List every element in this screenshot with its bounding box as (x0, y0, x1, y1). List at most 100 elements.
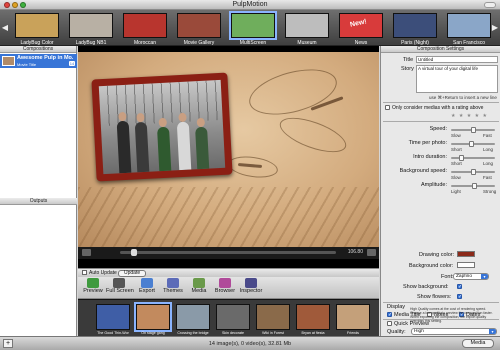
media-summary: 14 image(s), 0 video(s), 32.81 Mb (208, 341, 292, 347)
title-field[interactable]: Untitled (416, 56, 498, 63)
divider (383, 102, 499, 103)
person-figure (116, 111, 132, 174)
preview-button[interactable]: Preview (80, 278, 106, 294)
quality-note: High Quality comes at the cost of render… (410, 307, 493, 323)
composition-thumbnail (2, 56, 15, 66)
theme-thumbnail[interactable] (393, 13, 437, 38)
media-thumbnail[interactable] (256, 304, 290, 330)
slider-max-label: Strong (483, 189, 497, 194)
themes-button[interactable]: Themes (160, 278, 186, 294)
show-flowers-checkbox[interactable] (457, 294, 462, 299)
title-label: Title (403, 57, 414, 63)
new-badge: New! (349, 18, 368, 29)
background-color-label: Background color: (409, 263, 454, 269)
media-button[interactable]: Media (462, 339, 494, 348)
display-media-title-checkbox[interactable] (387, 312, 392, 317)
scroll-left-icon[interactable]: ◀ (1, 22, 9, 34)
loop-button[interactable] (367, 249, 376, 256)
show-background-checkbox[interactable] (457, 284, 462, 289)
scrubber-knob[interactable] (130, 249, 137, 256)
export-icon (141, 278, 153, 288)
toolbar-label: Preview (83, 288, 103, 294)
media-thumbnail[interactable] (296, 304, 330, 330)
person-figure (176, 112, 192, 171)
story-label: Story (401, 66, 414, 72)
rating-filter-checkbox[interactable] (385, 105, 390, 110)
compositions-panel: Compositions Awesome Pulp in Mo... Movie… (0, 46, 77, 336)
slider-knob[interactable] (470, 127, 476, 133)
slideshow-photo (98, 79, 226, 175)
intro-duration-slider[interactable] (451, 155, 495, 161)
toolbar-label: Browser (214, 288, 236, 294)
browser-icon (219, 278, 231, 288)
media-thumbnail[interactable] (134, 302, 172, 332)
story-field[interactable]: A virtual tour of your digital life (416, 65, 498, 93)
toolbar-label: Export (139, 288, 155, 294)
theme-thumbnail[interactable] (15, 13, 59, 38)
auto-update-checkbox[interactable]: Auto Update (82, 270, 117, 276)
background-speed-slider[interactable] (451, 169, 495, 175)
theme-thumbnail[interactable] (177, 13, 221, 38)
person-figure (195, 117, 210, 170)
photo-frame (91, 72, 233, 182)
background-color-swatch[interactable] (457, 262, 475, 268)
media-thumbnail[interactable] (96, 304, 130, 330)
media-thumbnail[interactable] (176, 304, 210, 330)
slider-min-label: Light (451, 189, 461, 194)
inspector-button[interactable]: Inspector (238, 278, 264, 294)
show-background-label: Show background: (403, 284, 449, 290)
slider-min-label: Short (451, 161, 462, 166)
toolbar-toggle-button[interactable] (484, 2, 496, 8)
theme-thumbnail[interactable] (123, 13, 167, 38)
amplitude-label: Amplitude: (421, 182, 447, 188)
browser-button[interactable]: Browser (212, 278, 238, 294)
media-thumbnail[interactable] (216, 304, 250, 330)
media-caption: Wiki in Forest (262, 331, 284, 335)
rating-stars[interactable]: ★ ★ ★ ★ ★ (451, 113, 488, 119)
slider-knob[interactable] (470, 169, 476, 175)
drawing-color-label: Drawing color: (419, 252, 455, 258)
media-icon (193, 278, 205, 288)
preview-viewer[interactable]: 106.80 (78, 46, 379, 269)
media-caption: Friends (347, 331, 359, 335)
chevron-down-icon: ▾ (481, 274, 488, 279)
full-screen-button[interactable]: Full Screen (106, 278, 134, 294)
theme-thumbnail[interactable] (447, 13, 491, 38)
slider-knob[interactable] (468, 141, 474, 147)
media-strip: The Good Thin-Wor On stage gang Crossing t… (78, 299, 379, 336)
update-button[interactable]: Update (118, 270, 147, 277)
show-flowers-label: Show flowers: (417, 294, 452, 300)
rating-filter-label: Only consider medias with a rating above (392, 105, 484, 111)
time-per-photo-slider[interactable] (451, 141, 495, 147)
slider-max-label: Long (483, 161, 494, 166)
rewind-button[interactable] (82, 249, 91, 256)
quick-preview-checkbox[interactable] (387, 321, 392, 326)
theme-thumbnail[interactable] (69, 13, 113, 38)
compositions-header: Compositions (0, 46, 76, 53)
time-per-photo-label: Time per photo: (408, 140, 447, 146)
slider-knob[interactable] (472, 183, 478, 189)
amplitude-slider[interactable] (451, 183, 495, 189)
themes-icon (167, 278, 179, 288)
toolbar-label: Inspector (239, 288, 263, 294)
media-button[interactable]: Media (186, 278, 212, 294)
theme-thumbnail[interactable]: New! (339, 13, 383, 38)
composition-item[interactable]: Awesome Pulp in Mo... Movie Title 14 (0, 54, 77, 68)
drawing-color-swatch[interactable] (457, 251, 475, 257)
media-thumbnail[interactable] (336, 304, 370, 330)
font-popup[interactable]: Zapfino ▾ (453, 273, 489, 280)
outputs-header: Outputs (0, 198, 77, 205)
speed-slider[interactable] (451, 127, 495, 133)
export-button[interactable]: Export (134, 278, 160, 294)
theme-thumbnail[interactable] (285, 13, 329, 38)
media-caption: On stage gang (141, 331, 165, 335)
playback-scrubber[interactable] (120, 249, 336, 256)
status-bar: + 14 image(s), 0 video(s), 32.81 Mb Medi… (0, 336, 500, 350)
scroll-right-icon[interactable]: ▶ (491, 22, 499, 34)
divider (383, 121, 499, 122)
toolbar-label: Media (191, 288, 207, 294)
background-speed-label: Background speed: (399, 168, 447, 174)
slider-max-label: Long (483, 147, 494, 152)
theme-thumbnail[interactable] (229, 11, 277, 40)
toolbar-label: Full Screen (106, 288, 134, 294)
